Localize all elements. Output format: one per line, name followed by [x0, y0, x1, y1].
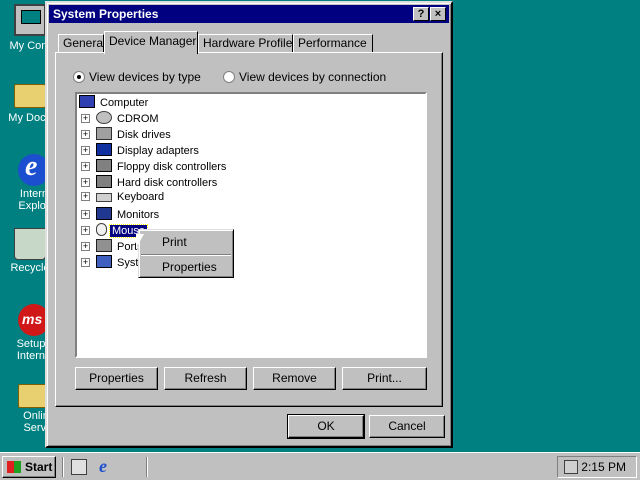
my-computer-icon — [14, 4, 46, 36]
remove-button[interactable]: Remove — [253, 367, 336, 390]
taskbar: Start e 2:15 PM — [0, 452, 640, 480]
windows-flag-icon — [7, 461, 21, 473]
context-menu-separator — [141, 254, 231, 256]
system-tray: 2:15 PM — [557, 456, 637, 478]
device-manager-panel: View devices by type View devices by con… — [55, 52, 443, 407]
print-button[interactable]: Print... — [342, 367, 427, 390]
view-by-type-radio[interactable]: View devices by type — [73, 70, 201, 84]
expand-icon[interactable]: + — [81, 114, 90, 123]
window-title: System Properties — [53, 7, 159, 21]
keyboard-icon — [96, 193, 112, 202]
radio-selected-icon — [73, 71, 85, 83]
controller-icon — [96, 175, 112, 188]
tree-item-keyboard[interactable]: + Keyboard — [81, 191, 166, 207]
expand-icon[interactable]: + — [81, 162, 90, 171]
recycle-bin-icon — [14, 228, 46, 260]
device-tree[interactable]: Computer + CDROM + Disk drives + Display ad… — [75, 92, 427, 358]
expand-icon[interactable]: + — [81, 210, 90, 219]
radio-unselected-icon — [223, 71, 235, 83]
tab-hardware-profiles[interactable]: Hardware Profiles — [198, 34, 298, 53]
title-bar[interactable]: System Properties ? × — [49, 5, 449, 23]
start-button[interactable]: Start — [2, 456, 56, 478]
tree-item-floppy-controllers[interactable]: + Floppy disk controllers — [81, 159, 228, 175]
refresh-button[interactable]: Refresh — [164, 367, 247, 390]
tab-general[interactable]: General — [58, 34, 106, 53]
tab-performance[interactable]: Performance — [293, 34, 373, 53]
system-device-icon — [96, 255, 112, 268]
port-icon — [96, 239, 112, 252]
context-menu-print[interactable]: Print — [142, 232, 230, 252]
clock[interactable]: 2:15 PM — [581, 460, 626, 474]
mouse-cursor-icon — [136, 234, 144, 248]
cdrom-icon — [96, 111, 112, 124]
expand-icon[interactable]: + — [81, 146, 90, 155]
computer-icon — [79, 95, 95, 108]
system-properties-window: System Properties ? × General Device Man… — [45, 1, 453, 448]
controller-icon — [96, 159, 112, 172]
start-label: Start — [25, 460, 53, 474]
tree-item-monitors[interactable]: + Monitors — [81, 207, 161, 223]
view-by-connection-label: View devices by connection — [239, 70, 387, 84]
help-button[interactable]: ? — [413, 7, 429, 21]
view-by-connection-radio[interactable]: View devices by connection — [223, 70, 386, 84]
tree-root-computer[interactable]: Computer — [79, 95, 150, 111]
close-button[interactable]: × — [430, 7, 446, 21]
expand-icon[interactable]: + — [81, 130, 90, 139]
taskbar-separator — [62, 457, 64, 477]
expand-icon[interactable]: + — [81, 192, 90, 201]
context-menu-properties[interactable]: Properties — [142, 257, 230, 277]
taskbar-separator — [146, 457, 148, 477]
folder-icon — [14, 84, 46, 108]
tree-item-cdrom[interactable]: + CDROM — [81, 111, 161, 127]
disk-drive-icon — [96, 127, 112, 140]
expand-icon[interactable]: + — [81, 226, 90, 235]
expand-icon[interactable]: + — [81, 178, 90, 187]
properties-button[interactable]: Properties — [75, 367, 158, 390]
tab-device-manager[interactable]: Device Manager — [104, 31, 198, 54]
internet-explorer-quicklaunch-icon[interactable]: e — [95, 457, 111, 475]
view-by-type-label: View devices by type — [89, 70, 201, 84]
tree-item-disk-drives[interactable]: + Disk drives — [81, 127, 173, 143]
monitor-icon — [96, 207, 112, 220]
display-adapter-icon — [96, 143, 112, 156]
show-desktop-icon[interactable] — [71, 459, 87, 475]
tree-item-display-adapters[interactable]: + Display adapters — [81, 143, 201, 159]
ok-button[interactable]: OK — [287, 414, 365, 439]
context-menu: Print Properties — [138, 229, 234, 278]
expand-icon[interactable]: + — [81, 258, 90, 267]
expand-icon[interactable]: + — [81, 242, 90, 251]
mouse-icon — [96, 223, 107, 236]
volume-icon[interactable] — [564, 460, 578, 474]
tree-item-hard-disk-controllers[interactable]: + Hard disk controllers — [81, 175, 219, 191]
cancel-button[interactable]: Cancel — [369, 415, 445, 438]
